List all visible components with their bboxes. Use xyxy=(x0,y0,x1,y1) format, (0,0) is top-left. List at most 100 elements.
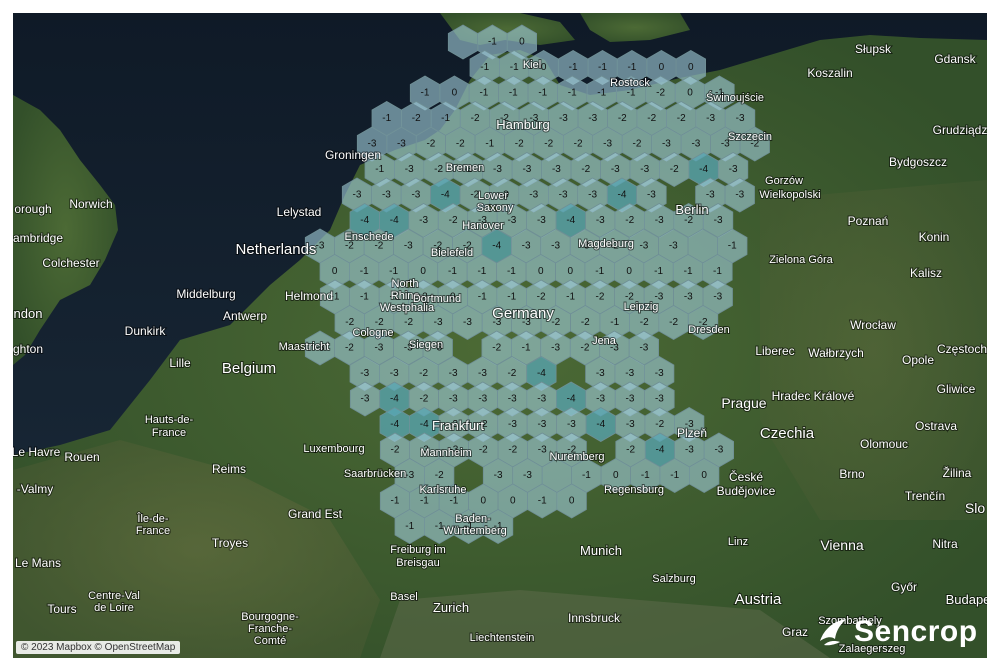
place-label: Opole xyxy=(902,353,934,367)
hex-value-label: -3 xyxy=(559,190,568,201)
hex-value-label: 0 xyxy=(568,266,574,277)
place-label: -Valmy xyxy=(17,482,53,496)
hex-value-label: -3 xyxy=(538,445,547,456)
hex-value-label: -2 xyxy=(426,139,435,150)
place-label: Jena xyxy=(592,335,617,347)
hex-value-label: 0 xyxy=(569,496,575,507)
place-label: Gorzów xyxy=(765,175,803,187)
hex-value-label: -2 xyxy=(345,343,354,354)
place-label: Žilina xyxy=(943,465,972,480)
hex-value-label: -1 xyxy=(538,88,547,99)
place-label: Bielefeld xyxy=(431,247,473,259)
hex-value-label: -2 xyxy=(655,419,664,430)
place-label: Graz xyxy=(782,625,808,639)
place-label: Centre-Val xyxy=(88,590,140,602)
place-label: Częstoch xyxy=(937,342,987,356)
place-label: Siegen xyxy=(409,339,443,351)
place-label: Comté xyxy=(254,635,286,647)
sencrop-wing-icon xyxy=(820,619,846,646)
hex-value-label: -1 xyxy=(382,113,391,124)
hex-value-label: -4 xyxy=(390,419,399,430)
map-attribution[interactable]: © 2023 Mapbox © OpenStreetMap xyxy=(16,641,181,654)
hex-value-label: -3 xyxy=(603,139,612,150)
place-label: Breisgau xyxy=(396,557,439,569)
hex-value-label: 0 xyxy=(510,496,516,507)
place-label: Poznań xyxy=(848,214,889,228)
hex-value-label: -1 xyxy=(478,292,487,303)
map-view[interactable]: -1 0 -1 -1 0 -1 -1 -1 0 0 -1 0 -1 -1 -1 -1 -1 -1 -2 0 -1 -1 -2… xyxy=(13,13,987,658)
place-label: Trenčín xyxy=(905,489,945,503)
place-label: Colchester xyxy=(42,256,99,270)
hex-value-label: -2 xyxy=(479,445,488,456)
hex-value-label: -3 xyxy=(626,419,635,430)
hex-value-label: 0 xyxy=(519,37,525,48)
hex-value-label: -2 xyxy=(507,368,516,379)
hex-value-label: -3 xyxy=(655,394,664,405)
hex-value-label: -2 xyxy=(581,343,590,354)
place-label: Mannheim xyxy=(420,447,471,459)
hex-value-label: -1 xyxy=(610,317,619,328)
hex-value-label: 0 xyxy=(420,266,426,277)
hex-value-label: -3 xyxy=(736,113,745,124)
hex-value-label: -2 xyxy=(419,394,428,405)
hex-value-label: -4 xyxy=(699,164,708,175)
place-label: ambridge xyxy=(13,231,63,245)
place-label: Budějovice xyxy=(717,484,776,498)
hex-value-label: -1 xyxy=(477,266,486,277)
hex-value-label: -3 xyxy=(537,419,546,430)
hex-value-label: -3 xyxy=(588,190,597,201)
place-label: Reims xyxy=(212,462,246,476)
place-label: Olomouc xyxy=(860,437,908,451)
hex-value-label: -3 xyxy=(537,394,546,405)
map-canvas[interactable]: -1 0 -1 -1 0 -1 -1 -1 0 0 -1 0 -1 -1 -1 -1 -1 -1 -2 0 -1 -1 -2… xyxy=(13,13,987,658)
hex-value-label: -2 xyxy=(581,164,590,175)
place-label: Netherlands xyxy=(236,241,317,258)
place-label: Grudziądz xyxy=(933,123,987,137)
place-label: Konin xyxy=(919,230,950,244)
hex-value-label: -2 xyxy=(508,445,517,456)
hex-value-label: -1 xyxy=(448,266,457,277)
brand-name: Sencrop xyxy=(854,615,978,648)
hex-value-label: -3 xyxy=(596,368,605,379)
place-label: France xyxy=(136,525,170,537)
place-label: North xyxy=(392,278,419,290)
hex-value-label: -3 xyxy=(640,164,649,175)
hex-value-label: 0 xyxy=(688,62,694,73)
hex-value-label: -3 xyxy=(463,317,472,328)
place-label: Hradec Králové xyxy=(772,389,855,403)
hex-value-label: -4 xyxy=(441,190,450,201)
place-label: Słupsk xyxy=(855,42,892,56)
hex-value-label: -3 xyxy=(706,113,715,124)
hex-value-label: -1 xyxy=(597,88,606,99)
place-label: Île-de- xyxy=(136,512,169,525)
hex-value-label: -4 xyxy=(420,419,429,430)
hex-value-label: 0 xyxy=(659,62,665,73)
place-label: Hanover xyxy=(462,220,504,232)
hex-value-label: -3 xyxy=(596,394,605,405)
hex-value-label: -2 xyxy=(412,113,421,124)
place-label: Zielona Góra xyxy=(769,254,833,266)
hex-value-label: -3 xyxy=(529,190,538,201)
hex-value-label: -3 xyxy=(669,241,678,252)
hex-value-label: 0 xyxy=(701,470,707,481)
hex-value-label: -1 xyxy=(421,88,430,99)
hex-value-label: -3 xyxy=(691,139,700,150)
hex-value-label: -3 xyxy=(449,394,458,405)
hex-value-label: 0 xyxy=(613,470,619,481)
hex-value-label: -2 xyxy=(391,445,400,456)
hex-value-label: -2 xyxy=(596,292,605,303)
place-label: Slo xyxy=(965,500,985,516)
hex-value-label: -1 xyxy=(405,521,414,532)
place-label: Maastricht xyxy=(279,341,330,353)
hex-value-label: -1 xyxy=(360,292,369,303)
hex-value-label: -1 xyxy=(488,37,497,48)
hex-value-label: -2 xyxy=(677,113,686,124)
hex-value-label: -2 xyxy=(449,215,458,226)
hex-value-label: -3 xyxy=(588,113,597,124)
place-label: Zurich xyxy=(433,600,469,615)
hex-value-label: -1 xyxy=(441,113,450,124)
hex-value-label: -3 xyxy=(714,445,723,456)
hex-value-label: -1 xyxy=(420,496,429,507)
hex-value-label: -1 xyxy=(449,496,458,507)
place-label: Salzburg xyxy=(652,573,695,585)
